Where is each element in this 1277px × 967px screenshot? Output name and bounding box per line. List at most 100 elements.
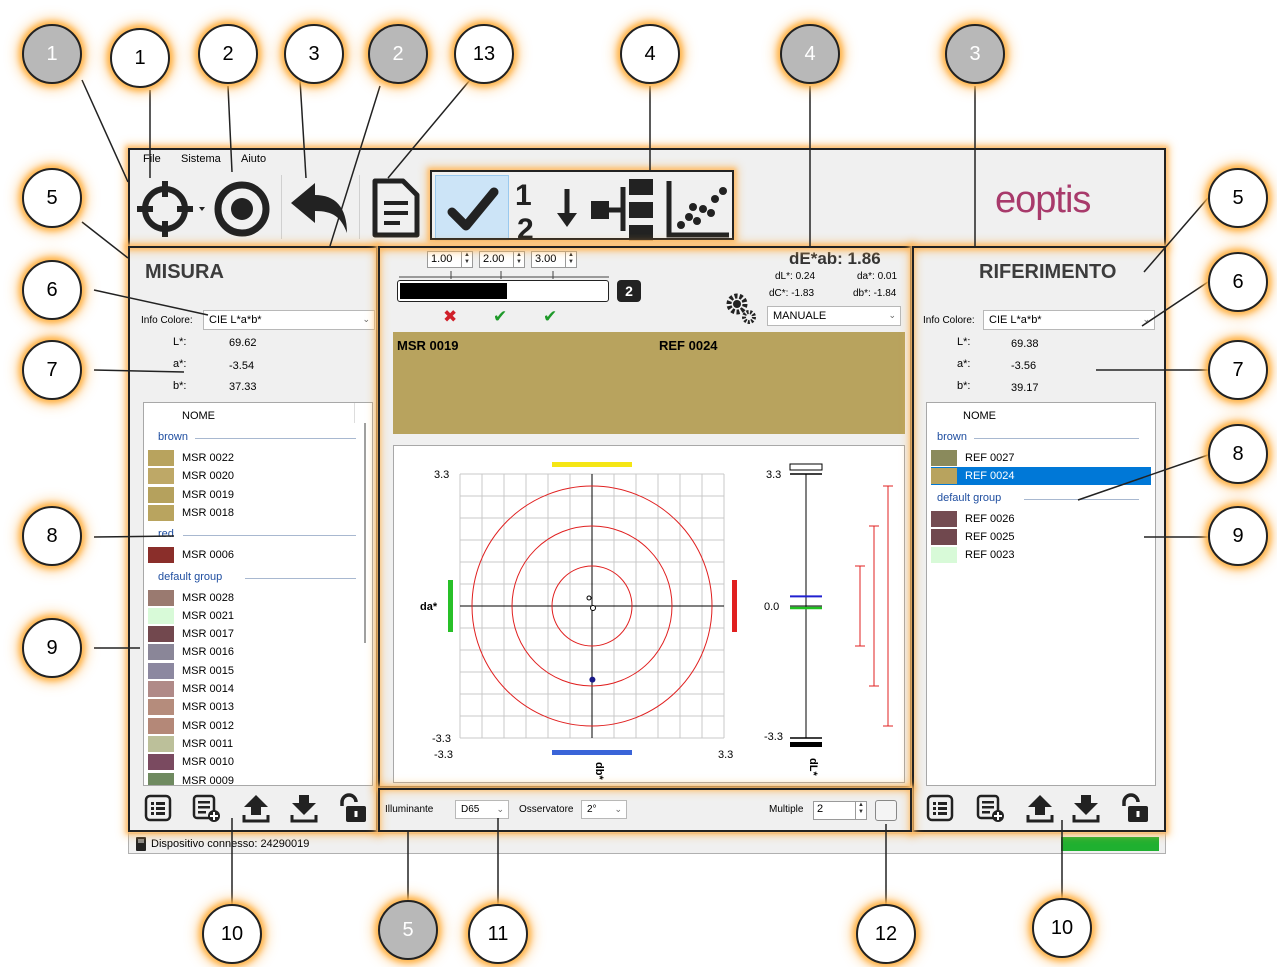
check-button[interactable] bbox=[435, 175, 509, 241]
list-item[interactable]: REF 0023 bbox=[931, 546, 1151, 564]
color-swatch bbox=[148, 607, 174, 624]
osservatore-label: Osservatore bbox=[519, 804, 574, 815]
color-swatch bbox=[148, 662, 174, 679]
callout-2: 2 bbox=[198, 24, 258, 84]
list-item[interactable]: REF 0027 bbox=[931, 449, 1151, 467]
list-item[interactable]: MSR 0006 bbox=[148, 546, 354, 564]
group-label[interactable]: red bbox=[158, 528, 174, 540]
dl-max-label: 3.3 bbox=[766, 469, 781, 481]
callout-4: 4 bbox=[620, 24, 680, 84]
msr-sample-label: MSR 0019 bbox=[397, 338, 459, 353]
spinner-arrows-icon[interactable]: ▲ ▼ bbox=[565, 252, 576, 267]
menu-file[interactable]: File bbox=[143, 153, 161, 165]
unlock-icon[interactable] bbox=[337, 793, 367, 823]
spinner-arrows-icon[interactable]: ▲ ▼ bbox=[461, 252, 472, 267]
svg-text:1: 1 bbox=[515, 179, 532, 212]
app-window: File Sistema Aiuto 1 2 eoptis MISURA Inf… bbox=[128, 148, 1166, 854]
chart-area: 3.3 -3.3 -3.3 3.3 da* db* 3.3 0.0 -3.3 dL* bbox=[393, 445, 905, 783]
list-item[interactable]: MSR 0017 bbox=[148, 625, 354, 643]
spinner-arrows-icon[interactable]: ▲ ▼ bbox=[513, 252, 524, 267]
a-star-value-right: -3.56 bbox=[1011, 360, 1037, 372]
undo-icon[interactable] bbox=[285, 177, 355, 241]
crosshair-icon[interactable] bbox=[131, 175, 207, 243]
color-swatch bbox=[148, 450, 174, 466]
list-item[interactable]: MSR 0011 bbox=[148, 735, 354, 753]
unlock-icon[interactable] bbox=[1119, 793, 1149, 823]
download-icon[interactable] bbox=[1071, 793, 1101, 823]
observer-select[interactable]: 2° ⌄ bbox=[581, 800, 627, 819]
color-swatch bbox=[931, 528, 957, 545]
de-progress-bar bbox=[397, 280, 609, 302]
list-item[interactable]: REF 0026 bbox=[931, 510, 1151, 528]
threshold-3-value: 3.00 bbox=[535, 253, 557, 265]
color-swatch bbox=[148, 717, 174, 734]
target-icon[interactable] bbox=[207, 175, 277, 243]
reference-list[interactable]: NOME brown REF 0027 REF 0024 default group R… bbox=[926, 402, 1156, 786]
dl-value: dL*: 0.24 bbox=[775, 271, 816, 282]
multiple-spinner[interactable]: 2 ▲ ▼ bbox=[813, 801, 867, 820]
info-colore-select[interactable]: CIE L*a*b* ⌄ bbox=[203, 310, 375, 330]
item-name: MSR 0014 bbox=[182, 683, 234, 695]
list-item[interactable]: MSR 0028 bbox=[148, 589, 354, 607]
threshold-3-spinner[interactable]: 3.00 ▲ ▼ bbox=[531, 251, 577, 268]
group-label[interactable]: brown bbox=[937, 431, 967, 443]
report-icon[interactable] bbox=[369, 175, 425, 241]
upload-icon[interactable] bbox=[1025, 793, 1055, 823]
multiple-label: Multiple bbox=[769, 804, 804, 815]
list-item[interactable]: MSR 0009 bbox=[148, 772, 354, 785]
list-item[interactable]: MSR 0020 bbox=[148, 467, 354, 485]
list-view-icon[interactable] bbox=[925, 793, 955, 823]
list-item[interactable]: REF 0025 bbox=[931, 528, 1151, 546]
list-item[interactable]: MSR 0021 bbox=[148, 607, 354, 625]
upload-icon[interactable] bbox=[241, 793, 271, 823]
group-divider bbox=[195, 438, 356, 439]
multiple-action-button[interactable] bbox=[875, 800, 897, 821]
callout-11: 11 bbox=[468, 904, 528, 964]
item-name: REF 0024 bbox=[965, 470, 1015, 483]
misura-title: MISURA bbox=[145, 261, 224, 283]
group-label[interactable]: default group bbox=[937, 492, 1001, 504]
list-item[interactable]: REF 0024 bbox=[931, 467, 1151, 486]
list-item[interactable]: MSR 0013 bbox=[148, 698, 354, 716]
dl-chart: 3.3 0.0 -3.3 dL* bbox=[764, 463, 893, 776]
color-swatch bbox=[148, 735, 174, 752]
settings-gears-icon[interactable] bbox=[723, 291, 759, 327]
callout-3-gray: 3 bbox=[945, 24, 1005, 84]
list-item[interactable]: MSR 0010 bbox=[148, 753, 354, 771]
group-label[interactable]: default group bbox=[158, 571, 222, 583]
half-step-icon[interactable]: 1 2 bbox=[511, 175, 583, 243]
threshold-2-spinner[interactable]: 2.00 ▲ ▼ bbox=[479, 251, 525, 268]
list-item[interactable]: MSR 0016 bbox=[148, 643, 354, 661]
list-scrollbar[interactable] bbox=[364, 423, 366, 643]
list-item[interactable]: MSR 0022 bbox=[148, 449, 354, 467]
list-view-icon[interactable] bbox=[143, 793, 173, 823]
menu-sistema[interactable]: Sistema bbox=[181, 153, 221, 165]
list-item[interactable]: MSR 0015 bbox=[148, 662, 354, 680]
list-add-icon[interactable] bbox=[191, 793, 221, 823]
hierarchy-icon[interactable] bbox=[587, 175, 661, 243]
illuminante-label: Illuminante bbox=[385, 804, 434, 815]
ref-sample-label: REF 0024 bbox=[659, 338, 718, 353]
threshold-1-spinner[interactable]: 1.00 ▲ ▼ bbox=[427, 251, 473, 268]
menu-aiuto[interactable]: Aiuto bbox=[241, 153, 266, 165]
list-add-icon[interactable] bbox=[975, 793, 1005, 823]
spinner-arrows-icon[interactable]: ▲ ▼ bbox=[855, 802, 866, 819]
db-value: db*: -1.84 bbox=[853, 288, 897, 299]
illuminant-select[interactable]: D65 ⌄ bbox=[455, 800, 509, 819]
callout-5-left: 5 bbox=[22, 168, 82, 228]
a-star-value: -3.54 bbox=[229, 360, 255, 372]
scatter-plot-icon[interactable] bbox=[663, 177, 735, 241]
measure-list[interactable]: NOME brown MSR 0022 MSR 0020 MSR 0019 MSR 00… bbox=[143, 402, 373, 786]
chevron-down-icon: ⌄ bbox=[1142, 314, 1150, 324]
group-label[interactable]: brown bbox=[158, 431, 188, 443]
list-item[interactable]: MSR 0012 bbox=[148, 717, 354, 735]
tolerance-badge: 2 bbox=[617, 280, 641, 302]
list-item[interactable]: MSR 0018 bbox=[148, 504, 354, 522]
list-item[interactable]: MSR 0014 bbox=[148, 680, 354, 698]
group-divider bbox=[244, 577, 356, 579]
info-colore-select-right[interactable]: CIE L*a*b* ⌄ bbox=[983, 310, 1155, 330]
callout-10-left: 10 bbox=[202, 904, 262, 964]
list-item[interactable]: MSR 0019 bbox=[148, 486, 354, 504]
download-icon[interactable] bbox=[289, 793, 319, 823]
mode-select[interactable]: MANUALE ⌄ bbox=[767, 306, 901, 326]
